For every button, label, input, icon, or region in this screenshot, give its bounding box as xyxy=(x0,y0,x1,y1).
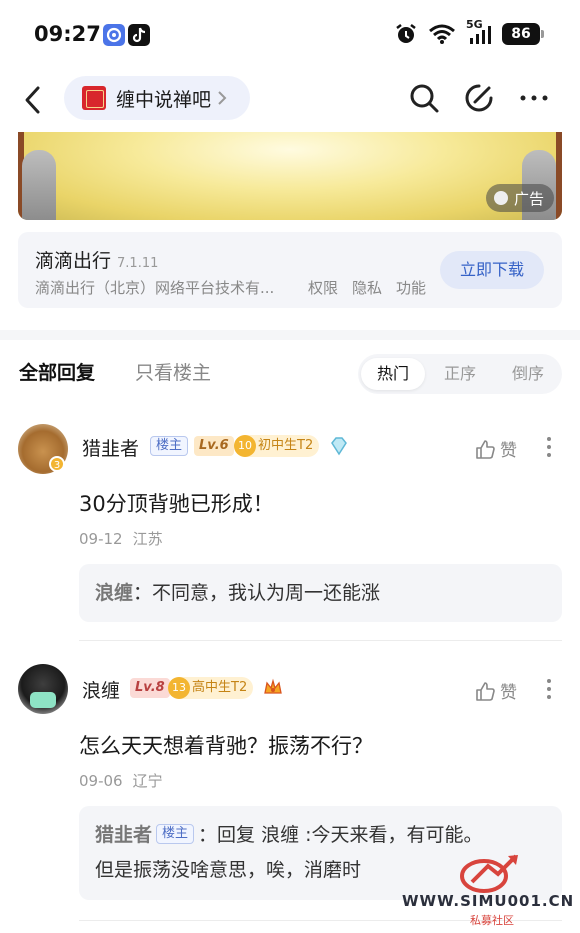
more-vertical-icon[interactable] xyxy=(542,436,556,458)
comment-item: 3 猎韭者 楼主 Lv.6 10 初中生T2 赞 30分顶背驰已形成！ 09-1… xyxy=(0,420,580,641)
ad-app-version: 7.1.11 xyxy=(117,256,159,271)
more-icon[interactable] xyxy=(518,82,550,114)
status-time: 09:27 xyxy=(34,22,101,46)
sort-hot[interactable]: 热门 xyxy=(361,358,425,390)
comment-text: 怎么天天想着背驰？振荡不行？ xyxy=(79,734,373,758)
grade-number: 13 xyxy=(168,677,190,699)
battery-icon: 86 xyxy=(502,23,544,45)
comment-divider xyxy=(79,640,562,641)
comment-location: 江苏 xyxy=(132,530,163,548)
reply-text: 不同意，我认为周一还能涨 xyxy=(152,582,381,604)
ad-banner-pillar-left xyxy=(22,150,56,220)
like-button[interactable]: 赞 xyxy=(474,436,517,461)
ad-link-features[interactable]: 功能 xyxy=(396,277,426,298)
avatar-level-badge: 3 xyxy=(49,456,65,472)
ad-cloud-icon xyxy=(493,191,508,205)
op-badge: 楼主 xyxy=(156,823,195,844)
ad-links: 权限 隐私 功能 xyxy=(308,277,426,298)
comment-location: 辽宁 xyxy=(132,772,163,790)
avatar[interactable] xyxy=(18,664,68,714)
diamond-icon xyxy=(331,437,347,456)
search-icon[interactable] xyxy=(408,82,440,114)
comment-meta: 09-06 辽宁 xyxy=(79,770,163,791)
forum-logo xyxy=(82,86,106,110)
app-notification-icon xyxy=(103,24,125,46)
crown-icon xyxy=(264,678,282,694)
ad-app-title: 滴滴出行 7.1.11 xyxy=(35,246,158,273)
alarm-icon xyxy=(396,24,416,43)
like-label: 赞 xyxy=(500,683,517,703)
ad-developer: 滴滴出行（北京）网络平台技术有... xyxy=(35,279,275,297)
watermark-url: WWW.SIMU001.CN xyxy=(402,892,575,910)
reply-author[interactable]: 浪缠 xyxy=(95,582,133,604)
forum-name: 缠中说禅吧 xyxy=(116,88,212,111)
like-label: 赞 xyxy=(500,441,517,461)
back-icon[interactable] xyxy=(20,84,48,116)
comment-date: 09-12 xyxy=(79,530,123,548)
tiktok-icon xyxy=(128,24,150,46)
reply-separator: ： xyxy=(198,824,218,846)
ad-banner-frame-right xyxy=(556,132,562,220)
ad-app-name: 滴滴出行 xyxy=(35,250,112,272)
tab-op-only[interactable]: 只看楼主 xyxy=(135,358,211,385)
sort-ascending[interactable]: 正序 xyxy=(428,358,492,390)
watermark: WWW.SIMU001.CN 私募社区 xyxy=(400,852,578,930)
reply-text: 回复 浪缠 :今天来看，有可能。 xyxy=(217,824,483,846)
forum-pill[interactable]: 缠中说禅吧 xyxy=(64,76,250,120)
watermark-logo xyxy=(460,854,518,893)
edit-icon[interactable] xyxy=(463,82,495,114)
ad-link-privacy[interactable]: 隐私 xyxy=(352,277,382,298)
wifi-icon xyxy=(429,24,455,44)
ad-banner-image[interactable]: 广告 xyxy=(18,132,562,220)
ad-app-card[interactable]: 滴滴出行 7.1.11 滴滴出行（北京）网络平台技术有... 权限 隐私 功能 立… xyxy=(18,232,562,308)
comment-username[interactable]: 浪缠 xyxy=(82,676,120,703)
ad-badge-label: 广告 xyxy=(513,189,544,208)
grade-badge: 13 高中生T2 xyxy=(168,677,254,699)
nav-bar: 缠中说禅吧 xyxy=(0,72,580,128)
reply-line: 猎韭者 楼主 ：回复 浪缠 :今天来看，有可能。 xyxy=(95,820,546,847)
level-badge: Lv.8 xyxy=(130,678,170,698)
grade-label: 初中生T2 xyxy=(258,438,314,453)
grade-badge: 10 初中生T2 xyxy=(234,435,320,457)
comment-text: 30分顶背驰已形成！ xyxy=(79,492,274,516)
comment-date: 09-06 xyxy=(79,772,123,790)
chevron-right-icon xyxy=(218,91,227,105)
like-button[interactable]: 赞 xyxy=(474,678,517,703)
comment-username[interactable]: 猎韭者 xyxy=(82,434,139,461)
watermark-subtitle: 私募社区 xyxy=(470,914,514,927)
ad-link-permissions[interactable]: 权限 xyxy=(308,277,338,298)
tab-all-replies[interactable]: 全部回复 xyxy=(19,358,95,385)
status-bar: 09:27 5G 86 xyxy=(0,0,580,72)
reply-author[interactable]: 猎韭者 xyxy=(95,820,152,847)
sort-toggle: 热门 正序 倒序 xyxy=(358,354,562,394)
ad-download-button[interactable]: 立即下载 xyxy=(440,251,544,289)
status-indicators: 5G 86 xyxy=(394,18,544,46)
grade-number: 10 xyxy=(234,435,256,457)
reply-tabs: 全部回复 只看楼主 热门 正序 倒序 xyxy=(0,340,580,408)
thumbs-up-icon xyxy=(476,681,495,701)
level-badge: Lv.6 xyxy=(194,436,234,456)
section-divider xyxy=(0,330,580,340)
signal-icon: 5G xyxy=(466,18,492,46)
more-vertical-icon[interactable] xyxy=(542,678,556,700)
reply-separator: ： xyxy=(133,582,153,604)
reply-line: 浪缠：不同意，我认为周一还能涨 xyxy=(95,578,546,605)
sort-descending[interactable]: 倒序 xyxy=(496,358,560,390)
comment-meta: 09-12 江苏 xyxy=(79,528,163,549)
reply-preview[interactable]: 浪缠：不同意，我认为周一还能涨 xyxy=(79,564,562,622)
op-badge: 楼主 xyxy=(150,436,189,456)
thumbs-up-icon xyxy=(476,439,495,459)
ad-badge[interactable]: 广告 xyxy=(485,184,554,212)
grade-label: 高中生T2 xyxy=(192,680,248,695)
